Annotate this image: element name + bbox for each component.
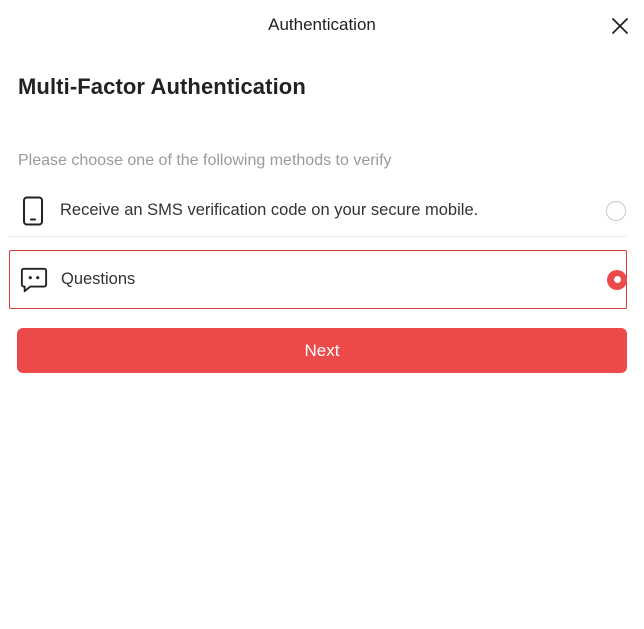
close-button[interactable] (606, 12, 634, 40)
instructions-text: Please choose one of the following metho… (18, 152, 392, 169)
radio-selected-dot (613, 276, 621, 283)
chat-bubble-icon (20, 265, 48, 295)
dialog-header: Authentication (0, 0, 644, 52)
option-questions[interactable]: Questions (9, 250, 627, 309)
option-questions-label: Questions (61, 270, 136, 288)
page-title: Multi-Factor Authentication (18, 74, 306, 99)
option-questions-radio[interactable] (607, 269, 627, 290)
close-icon (612, 18, 628, 34)
option-sms[interactable]: Receive an SMS verification code on your… (9, 185, 627, 237)
option-sms-label: Receive an SMS verification code on your… (60, 201, 479, 219)
dialog-title: Authentication (268, 15, 376, 34)
next-button[interactable]: Next (17, 328, 627, 373)
option-sms-radio[interactable] (606, 200, 626, 221)
authentication-dialog: Authentication Multi-Factor Authenticati… (0, 0, 644, 629)
mobile-phone-icon (19, 196, 47, 226)
